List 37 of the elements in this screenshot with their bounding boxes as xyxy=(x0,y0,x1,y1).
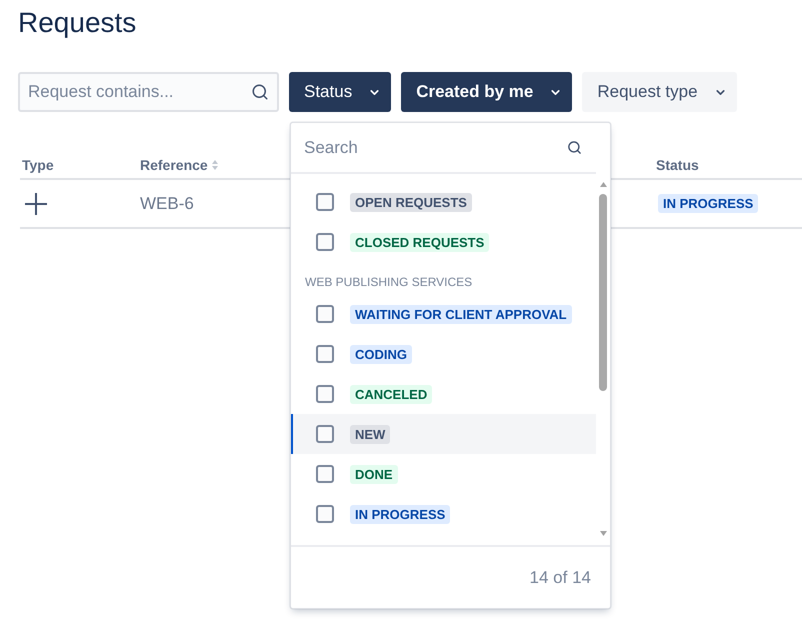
checkbox[interactable] xyxy=(316,425,334,443)
status-lozenge: IN PROGRESS xyxy=(350,504,450,524)
checkbox[interactable] xyxy=(316,345,334,363)
search-icon[interactable] xyxy=(251,83,269,101)
page-title: Requests xyxy=(18,6,136,40)
search-input[interactable]: Search xyxy=(304,134,567,160)
status-lozenge: NEW xyxy=(350,424,390,444)
filter-button[interactable]: Status xyxy=(289,72,392,112)
checkbox[interactable] xyxy=(316,193,334,211)
status-option[interactable]: NEW xyxy=(291,414,596,454)
column-header: Type xyxy=(22,156,54,175)
plus-icon xyxy=(25,192,47,214)
checkbox[interactable] xyxy=(316,465,334,483)
checkbox[interactable] xyxy=(316,505,334,523)
sort-icon xyxy=(212,160,218,170)
group-heading: WEB PUBLISHING SERVICES xyxy=(304,274,474,291)
status-lozenge: OPEN REQUESTS xyxy=(350,192,472,212)
search-field[interactable]: Request contains... xyxy=(18,72,279,112)
scroll-down-arrow-icon[interactable] xyxy=(600,531,606,536)
scroll-up-arrow-icon[interactable] xyxy=(600,182,606,187)
result-count: 14 of 14 xyxy=(530,566,591,589)
checkbox[interactable] xyxy=(316,305,334,323)
filter-button[interactable]: Created by me xyxy=(401,72,572,112)
checkbox[interactable] xyxy=(316,385,334,403)
search-icon[interactable] xyxy=(567,140,582,155)
status-lozenge: CANCELED xyxy=(350,384,432,404)
status-lozenge: CLOSED REQUESTS xyxy=(350,232,490,252)
status-lozenge: IN PROGRESS xyxy=(658,194,758,212)
checkbox[interactable] xyxy=(316,233,334,251)
status-lozenge: CODING xyxy=(350,344,412,364)
filter-button[interactable]: Request type xyxy=(582,72,737,112)
scrollbar-thumb[interactable] xyxy=(599,194,607,391)
status-lozenge: WAITING FOR CLIENT APPROVAL xyxy=(350,304,572,324)
column-header: Status xyxy=(656,156,699,174)
column-header[interactable]: Reference xyxy=(140,154,218,176)
request-reference: WEB-6 xyxy=(140,194,194,212)
status-lozenge: DONE xyxy=(350,464,398,484)
